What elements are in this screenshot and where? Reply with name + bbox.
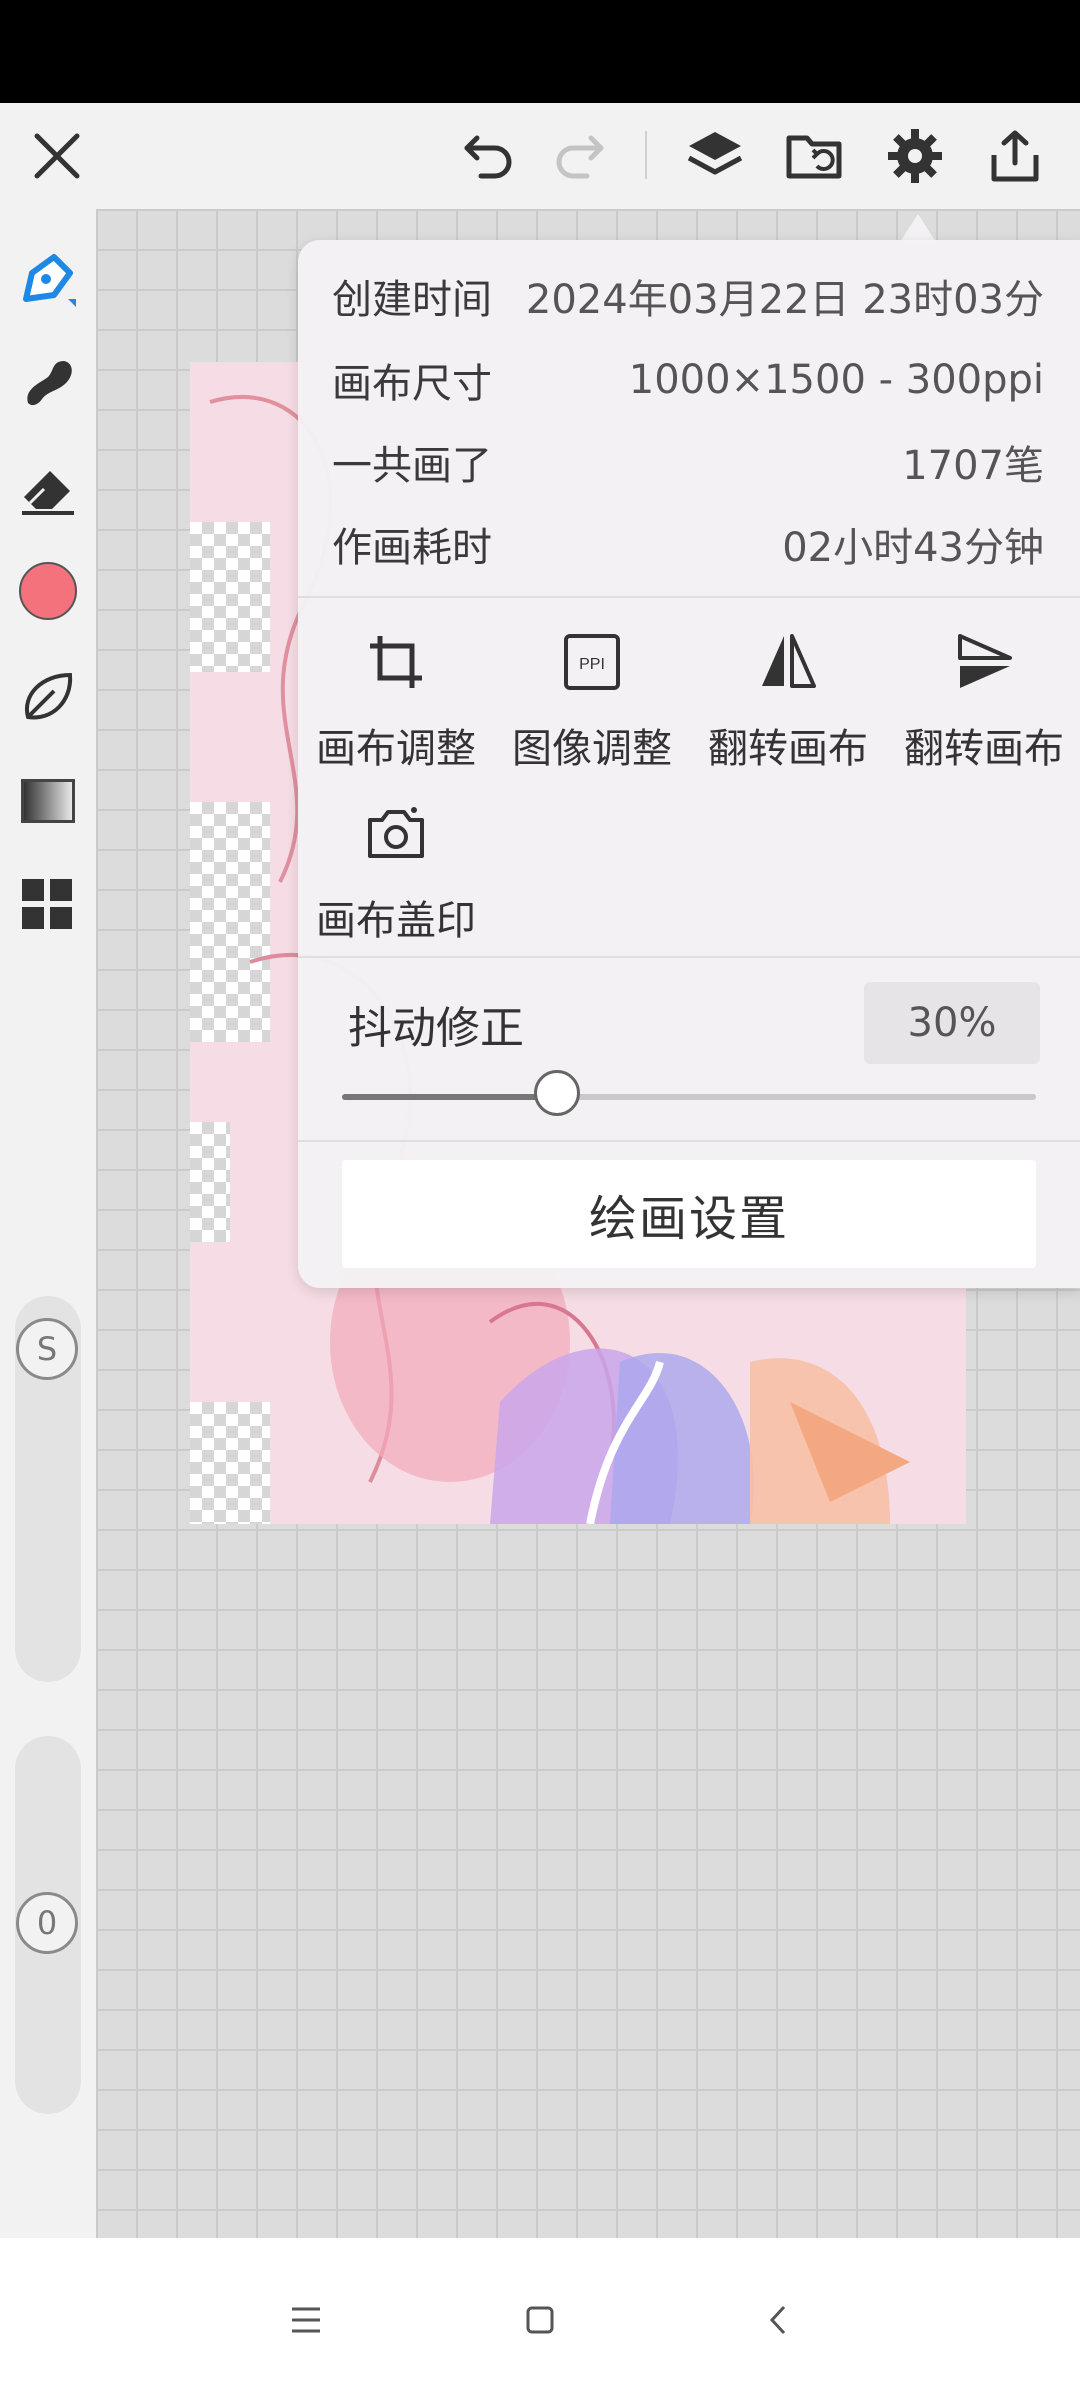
flip-horizontal-label: 翻转画布	[708, 726, 868, 772]
eraser-icon[interactable]	[12, 453, 84, 525]
image-adjust-label: 图像调整	[512, 726, 672, 772]
opacity-badge: 0	[16, 1892, 78, 1954]
toolbar-divider	[645, 131, 647, 179]
canvas-adjust-label: 画布调整	[316, 726, 476, 772]
pen-tool-icon[interactable]	[12, 243, 84, 315]
time-value: 02小时43分钟	[782, 525, 1044, 571]
info-created-row: 创建时间 2024年03月22日 23时03分	[332, 266, 1044, 326]
home-nav-icon[interactable]	[500, 2280, 580, 2360]
canvas-stamp-button[interactable]: 画布盖印	[298, 796, 494, 946]
created-value: 2024年03月22日 23时03分	[525, 277, 1044, 323]
redo-icon[interactable]	[542, 119, 616, 193]
canvas-size-label: 画布尺寸	[332, 361, 492, 407]
camera-icon	[358, 796, 434, 872]
menu-nav-icon[interactable]	[266, 2280, 346, 2360]
info-strokes-row: 一共画了 1707笔	[332, 432, 1044, 492]
smudge-tool-icon[interactable]	[12, 347, 84, 419]
flip-horizontal-icon	[750, 624, 826, 700]
close-icon[interactable]	[20, 119, 94, 193]
info-time-row: 作画耗时 02小时43分钟	[332, 514, 1044, 574]
popup-arrow	[900, 214, 936, 242]
import-image-icon[interactable]	[778, 119, 852, 193]
color-picker-icon[interactable]	[12, 555, 84, 627]
canvas-adjust-button[interactable]: 画布调整	[298, 624, 494, 774]
drawing-settings-button[interactable]: 绘画设置	[342, 1160, 1036, 1268]
top-toolbar	[0, 103, 1080, 209]
info-canvas-size-row: 画布尺寸 1000×1500 - 300ppi	[332, 350, 1044, 410]
grid-menu-icon[interactable]	[12, 869, 84, 941]
crop-icon	[358, 624, 434, 700]
flip-vertical-label: 翻转画布	[904, 726, 1064, 772]
flip-horizontal-button[interactable]: 翻转画布	[690, 624, 886, 774]
divider	[298, 956, 1080, 958]
time-label: 作画耗时	[332, 525, 492, 571]
svg-text:PPI: PPI	[579, 656, 605, 673]
status-bar	[0, 0, 1080, 103]
ppi-icon: PPI	[554, 624, 630, 700]
stabilizer-value[interactable]: 30%	[864, 982, 1040, 1064]
canvas-stamp-label: 画布盖印	[316, 898, 476, 944]
divider	[298, 596, 1080, 598]
created-label: 创建时间	[332, 277, 492, 323]
back-nav-icon[interactable]	[738, 2280, 818, 2360]
stabilizer-fill	[342, 1094, 558, 1100]
canvas-size-value: 1000×1500 - 300ppi	[628, 357, 1044, 403]
image-adjust-button[interactable]: PPI 图像调整	[494, 624, 690, 774]
stabilizer-slider[interactable]	[342, 1070, 1036, 1116]
stabilizer-thumb[interactable]	[534, 1070, 581, 1116]
gear-icon[interactable]	[878, 119, 952, 193]
layers-icon[interactable]	[678, 119, 752, 193]
flip-vertical-icon	[946, 624, 1022, 700]
divider	[298, 1140, 1080, 1142]
stabilizer-label: 抖动修正	[348, 1003, 524, 1054]
gradient-tool-icon[interactable]	[12, 765, 84, 837]
brush-size-badge: S	[16, 1318, 78, 1380]
left-toolbar: S 0	[0, 209, 96, 2238]
undo-icon[interactable]	[452, 119, 526, 193]
strokes-label: 一共画了	[332, 443, 492, 489]
system-nav-bar	[0, 2238, 1080, 2400]
canvas-settings-popup: 创建时间 2024年03月22日 23时03分 画布尺寸 1000×1500 -…	[298, 240, 1080, 1288]
share-icon[interactable]	[978, 119, 1052, 193]
lasso-leaf-icon[interactable]	[12, 661, 84, 733]
flip-vertical-button[interactable]: 翻转画布	[886, 624, 1080, 774]
strokes-value: 1707笔	[902, 443, 1044, 489]
